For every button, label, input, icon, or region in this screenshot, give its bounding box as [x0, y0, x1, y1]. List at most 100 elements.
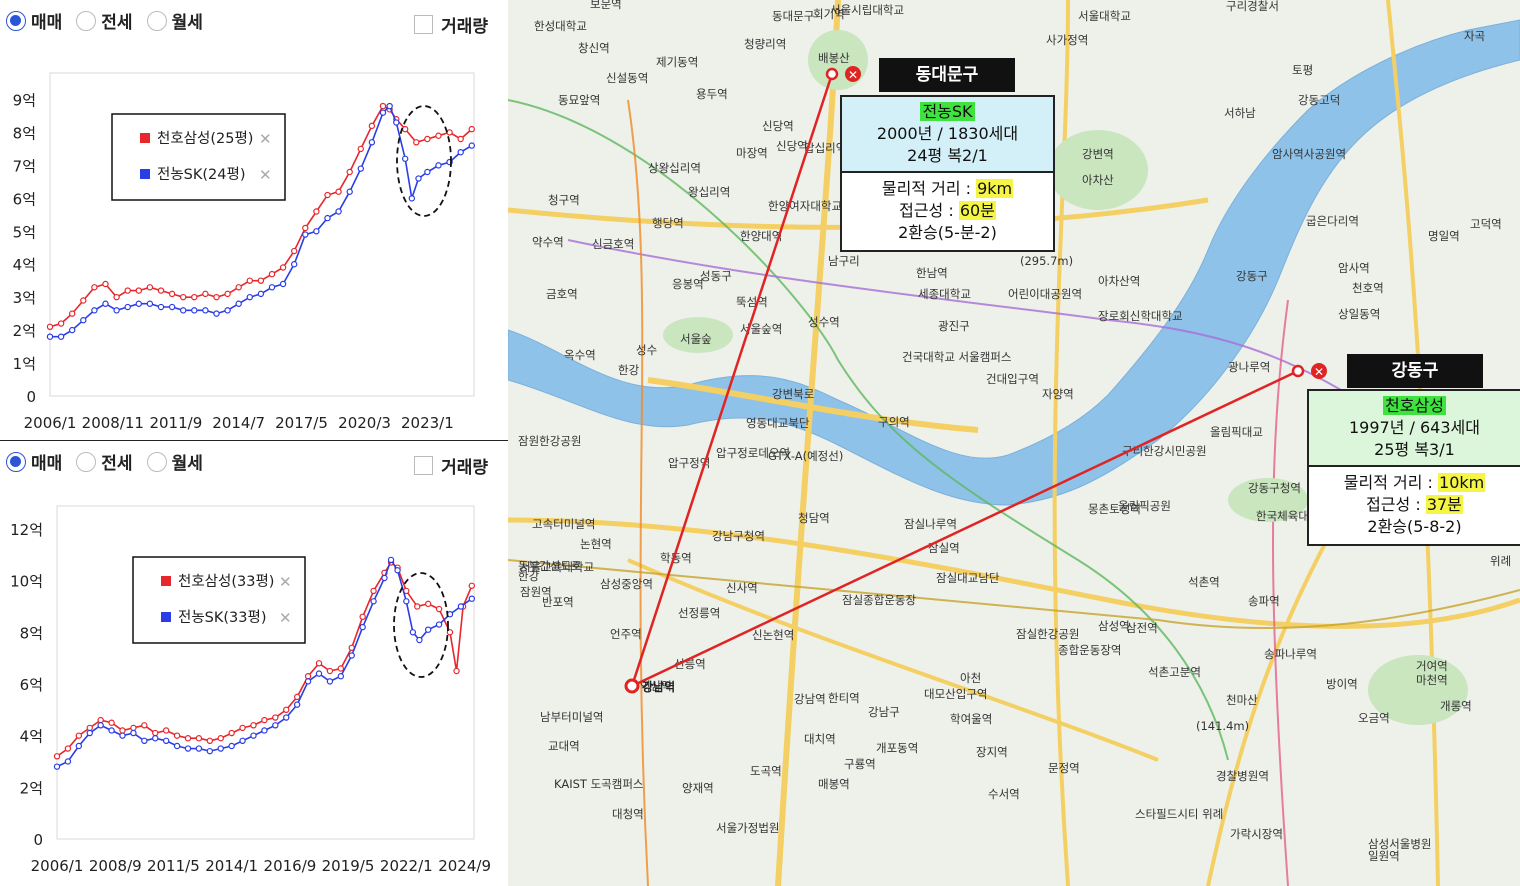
- map-place-label[interactable]: 한양대역: [740, 229, 782, 243]
- map-place-label[interactable]: 성수: [636, 343, 657, 357]
- map-place-label[interactable]: (295.7m): [1020, 254, 1073, 268]
- map-place-label[interactable]: 남구리: [828, 254, 860, 268]
- map-place-label[interactable]: 한강: [618, 363, 640, 377]
- map-place-label[interactable]: 강동고덕: [1298, 93, 1340, 107]
- map-place-label[interactable]: 매봉역: [818, 777, 850, 791]
- map-place-label[interactable]: 청량리역: [744, 37, 786, 51]
- map-place-label[interactable]: 동묘앞역: [558, 93, 600, 107]
- map-place-label[interactable]: 약수역: [532, 235, 564, 249]
- map-place-label[interactable]: 개포동역: [876, 741, 918, 755]
- map-place-label[interactable]: 오금역: [1358, 711, 1390, 725]
- map-place-label[interactable]: 반포역: [542, 595, 574, 609]
- map-place-label[interactable]: 천마산: [1226, 693, 1258, 707]
- map-place-label[interactable]: 뚝섬역: [736, 295, 768, 309]
- map-place-label[interactable]: 송파나루역: [1264, 647, 1317, 661]
- map-place-label[interactable]: 창신역: [578, 41, 610, 55]
- map-place-label[interactable]: 왕십리역: [688, 185, 730, 199]
- map-place-label[interactable]: 보문역: [590, 0, 622, 11]
- map-place-label[interactable]: 성수역: [808, 315, 840, 329]
- map-place-label[interactable]: 스타필드시티 위례: [1135, 807, 1223, 821]
- map-place-label[interactable]: 상일동역: [1338, 307, 1380, 321]
- map-place-label[interactable]: 서울숲: [680, 332, 712, 346]
- map-place-label[interactable]: 일원역: [1368, 849, 1400, 863]
- map-place-label[interactable]: 잠실대교남단: [936, 571, 1000, 585]
- map-place-label[interactable]: 선정릉역: [678, 606, 720, 620]
- map-place-label[interactable]: 장지역: [976, 745, 1008, 759]
- map-place-label[interactable]: 성동구: [700, 269, 732, 283]
- map-place-label[interactable]: 도곡역: [750, 764, 782, 778]
- map-place-label[interactable]: 금호역: [546, 287, 578, 301]
- map-place-label[interactable]: 암사역: [1338, 261, 1370, 275]
- map-place-label[interactable]: 구의역: [878, 415, 910, 429]
- map-place-label[interactable]: 언주역: [610, 627, 642, 641]
- map-place-label[interactable]: 굽은다리역: [1306, 214, 1359, 228]
- map-place-label[interactable]: 행당역: [652, 216, 684, 230]
- map-place-label[interactable]: 자양역: [1042, 387, 1074, 401]
- map-place-label[interactable]: 강변북로: [772, 387, 814, 401]
- map-place-label[interactable]: 세종대학교: [918, 287, 971, 301]
- map-place-label[interactable]: 한티역: [828, 691, 860, 705]
- map-place-label[interactable]: 종합운동장역: [1058, 643, 1121, 657]
- map-place-label[interactable]: 방이역: [1326, 677, 1358, 691]
- map-place-label[interactable]: 삼전역: [1126, 621, 1158, 635]
- map-place-label[interactable]: 강남구: [868, 705, 900, 719]
- map-place-label[interactable]: 남부터미널역: [540, 710, 603, 724]
- map-place-label[interactable]: 마장역: [736, 146, 768, 160]
- map-place-label[interactable]: 서울시립대학교: [830, 3, 904, 17]
- map-place-label[interactable]: 대모산입구역: [924, 687, 987, 701]
- map-place-label[interactable]: 잠원한강공원: [518, 434, 581, 448]
- map-place-label[interactable]: 명일역: [1428, 229, 1460, 243]
- map-place-label[interactable]: 석촌역: [1188, 575, 1220, 589]
- map-place-label[interactable]: 강남구청역: [712, 529, 765, 543]
- map-place-label[interactable]: 영동대교북단: [746, 416, 810, 430]
- legend-remove-icon[interactable]: ✕: [279, 609, 292, 627]
- map-place-label[interactable]: 강동구: [1236, 269, 1268, 283]
- seoul-map[interactable]: 동대문구 청량리역 회기역 서울시립대학교 사가정역 서울대학교 구리경찰서 보문역 한성대학교…: [508, 0, 1520, 886]
- map-place-label[interactable]: 강남역: [794, 692, 826, 706]
- map-place-label[interactable]: 응봉역: [672, 277, 704, 291]
- map-place-label[interactable]: KAIST 도곡캠퍼스: [554, 777, 643, 791]
- map-place-label[interactable]: 고속터미널역: [532, 517, 595, 531]
- map-place-label[interactable]: 수서역: [988, 787, 1020, 801]
- map-place-label[interactable]: 강동구청역: [1248, 481, 1301, 495]
- map-place-label[interactable]: 구리한강시민공원: [1122, 444, 1207, 458]
- map-place-label[interactable]: 신금호역: [592, 237, 634, 251]
- map-place-label[interactable]: 양재역: [682, 781, 714, 795]
- map-place-label[interactable]: 청담역: [798, 511, 830, 525]
- map-place-label[interactable]: 광나루역: [1228, 360, 1270, 374]
- map-place-label[interactable]: 아차산: [1082, 173, 1114, 187]
- map-place-label[interactable]: 장로회신학대학교: [1098, 309, 1183, 323]
- map-place-label[interactable]: 고덕역: [1470, 217, 1502, 231]
- map-place-label[interactable]: 배봉산: [818, 51, 850, 65]
- map-place-label[interactable]: 서울대학교: [1078, 9, 1131, 23]
- map-place-label[interactable]: 한남역: [916, 266, 948, 280]
- map-place-label[interactable]: 대청역: [612, 807, 644, 821]
- map-place-label[interactable]: 자곡: [1464, 29, 1485, 43]
- map-place-label[interactable]: 신당역: [776, 139, 808, 153]
- map-place-label[interactable]: 서하남: [1224, 106, 1256, 120]
- map-place-label[interactable]: 건대입구역: [986, 372, 1039, 386]
- map-place-label[interactable]: 암사역사공원역: [1272, 147, 1346, 161]
- map-place-label[interactable]: 청구역: [548, 193, 580, 207]
- map-place-label[interactable]: 상왕십리역: [648, 161, 701, 175]
- map-place-label[interactable]: 거여역: [1416, 659, 1448, 673]
- map-place-label[interactable]: 용두역: [696, 87, 728, 101]
- map-place-label[interactable]: 서울가정법원: [716, 821, 779, 835]
- map-place-label[interactable]: 아천: [960, 671, 981, 685]
- legend-remove-icon[interactable]: ✕: [259, 130, 272, 148]
- map-place-label[interactable]: 잠실한강공원: [1016, 627, 1079, 641]
- map-place-label[interactable]: 아차산역: [1098, 274, 1140, 288]
- map-place-label[interactable]: 옥수역: [564, 348, 596, 362]
- map-place-label[interactable]: 경찰병원역: [1216, 769, 1269, 783]
- map-place-label[interactable]: 구리경찰서: [1226, 0, 1279, 13]
- map-place-label[interactable]: 토평: [1292, 63, 1313, 77]
- map-place-label[interactable]: 동대문구: [772, 9, 814, 23]
- map-place-label[interactable]: 한성대학교: [534, 19, 587, 33]
- map-place-label[interactable]: 가락시장역: [1230, 827, 1283, 841]
- map-place-label[interactable]: 몽촌토성역: [1088, 502, 1141, 516]
- legend-remove-icon[interactable]: ✕: [279, 573, 292, 591]
- map-place-label[interactable]: 개롱역: [1440, 699, 1472, 713]
- map-place-label[interactable]: 천호역: [1352, 281, 1384, 295]
- map-place-label[interactable]: 대치역: [804, 732, 836, 746]
- map-place-label[interactable]: 잠실나루역: [904, 517, 957, 531]
